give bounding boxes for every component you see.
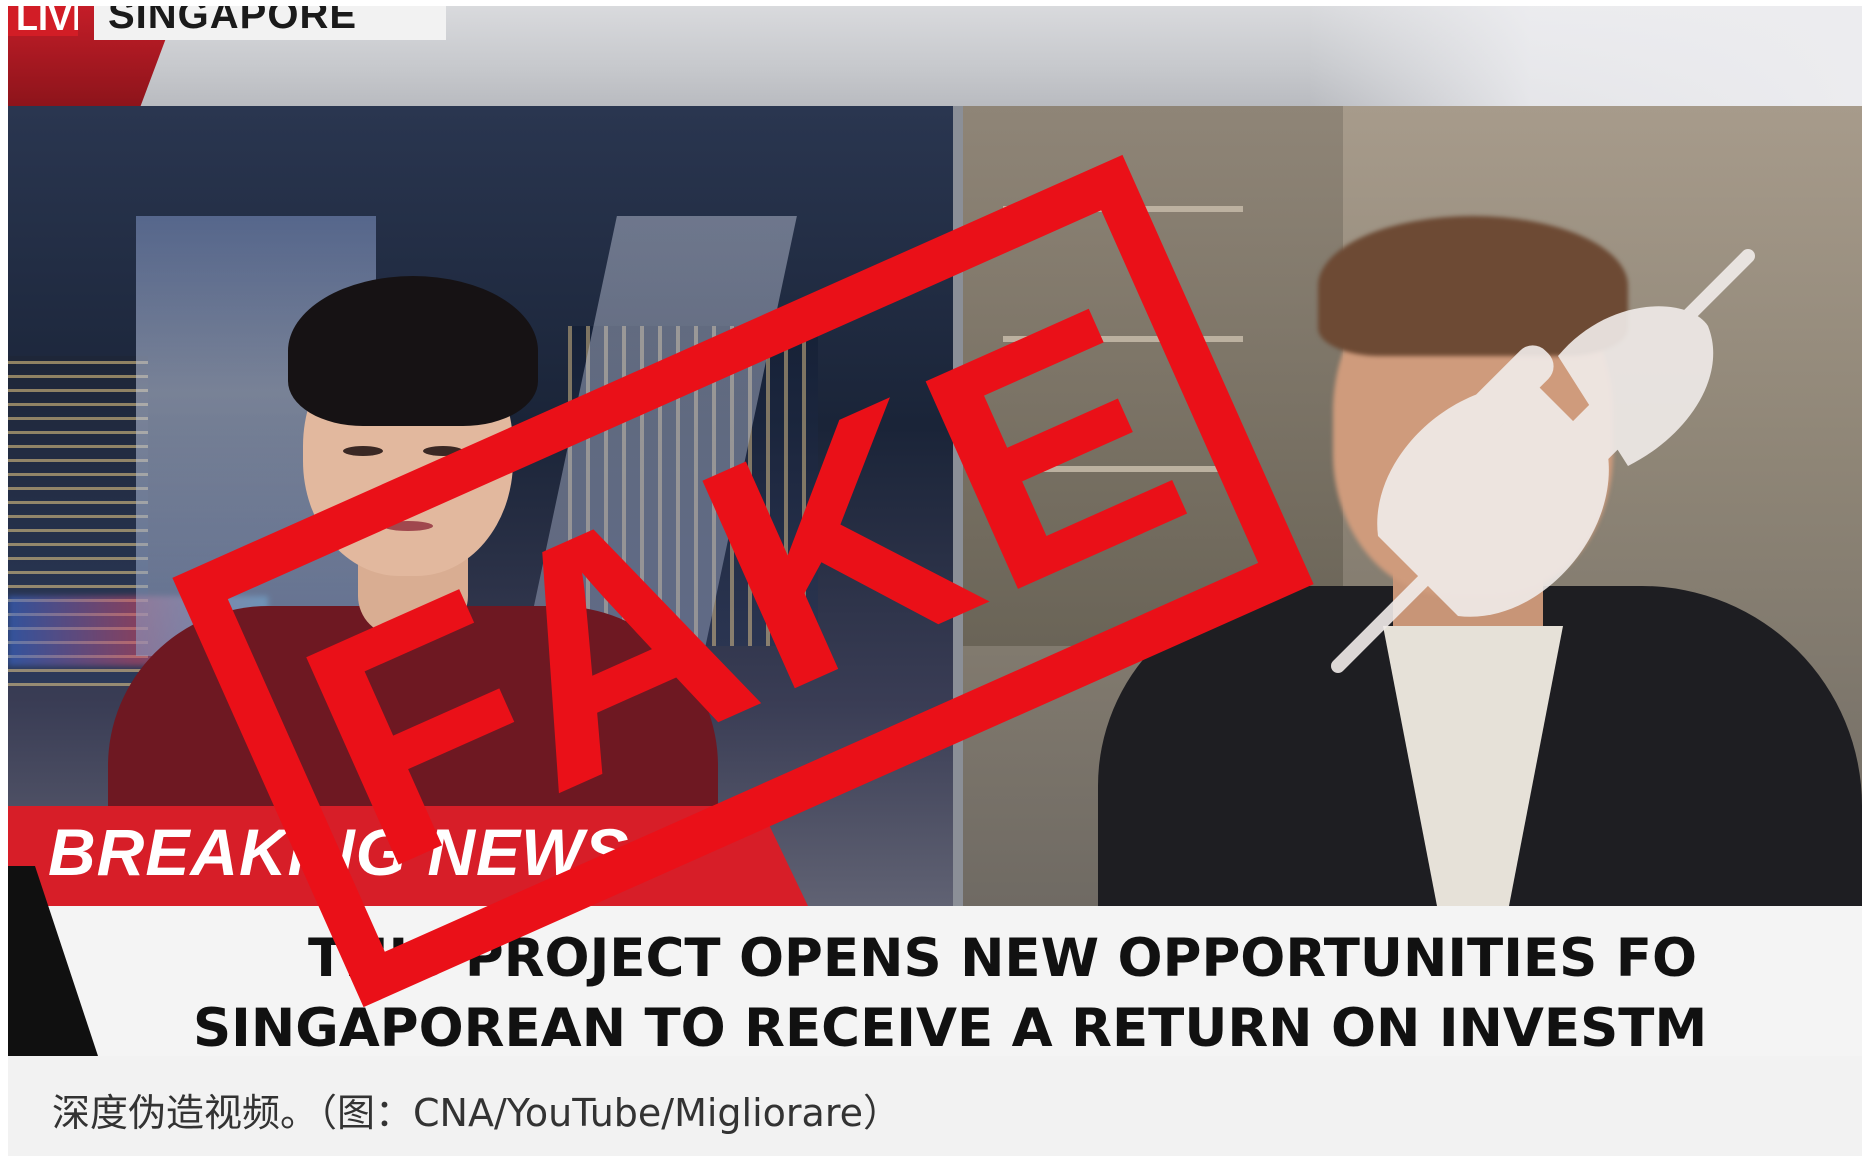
unplugged-plug-icon: [1331, 249, 1755, 673]
location-tag: SINGAPORE: [94, 6, 446, 40]
ticker-line-2: SINGAPOREAN TO RECEIVE A RETURN ON INVES…: [193, 998, 1708, 1056]
news-anchor-eye: [343, 446, 383, 456]
news-screenshot: LIVE SINGAPORE: [8, 6, 1862, 1056]
live-tag: LIVE: [8, 6, 78, 36]
image-frame: LIVE SINGAPORE: [0, 0, 1862, 1156]
broadcast-top-bar: LIVE SINGAPORE: [8, 6, 1862, 106]
image-caption: 深度伪造视频。（图：CNA/YouTube/Migliorare）: [52, 1091, 901, 1135]
top-bar-light-glare: [1308, 6, 1862, 106]
news-anchor-hair: [288, 276, 538, 426]
